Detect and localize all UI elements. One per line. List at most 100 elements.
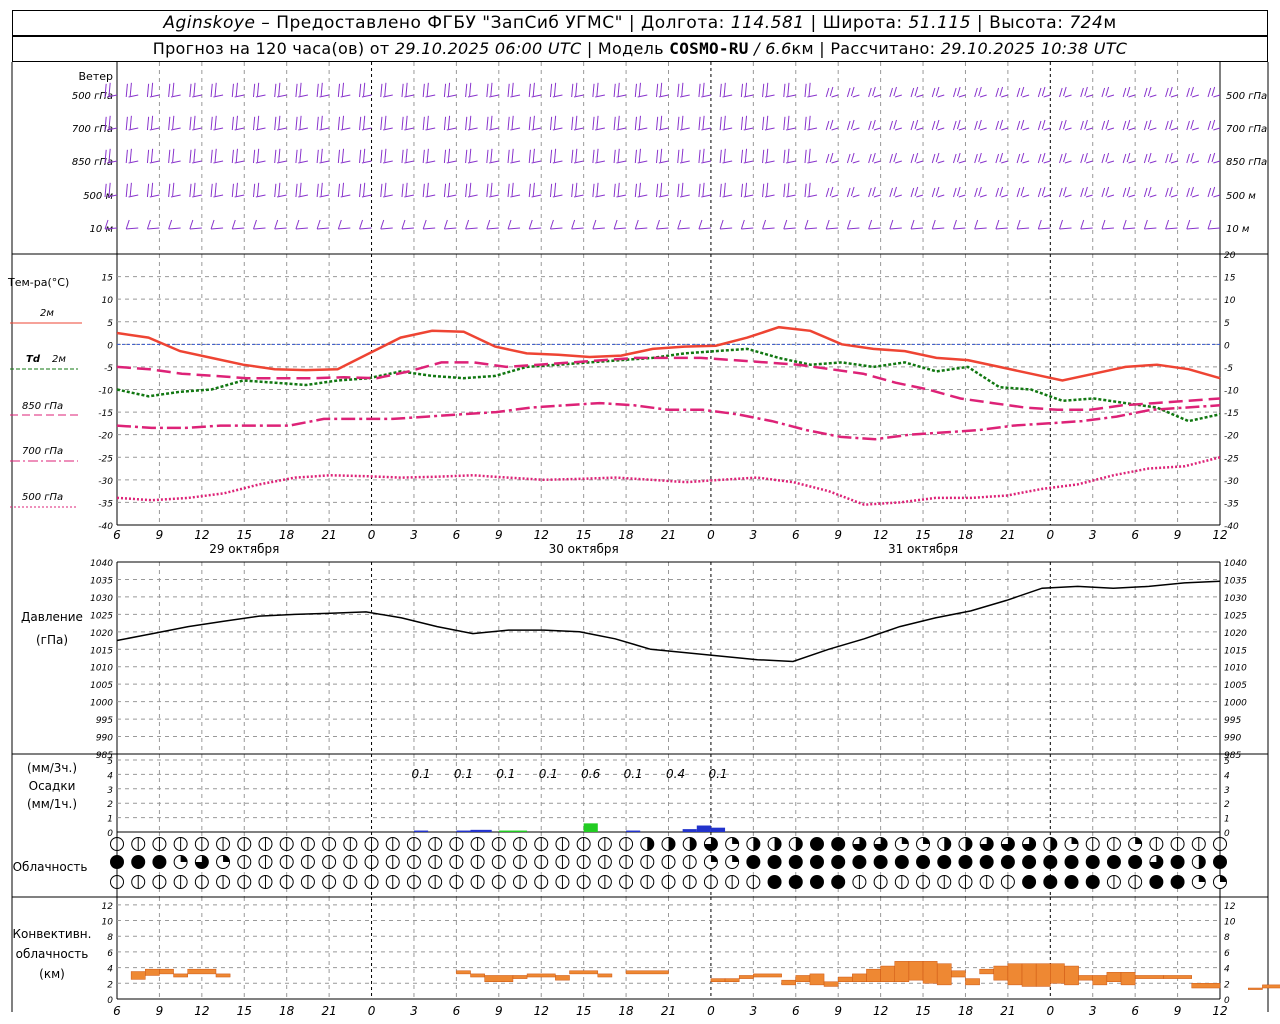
wind-barb-icon bbox=[232, 227, 245, 230]
wind-barb-icon bbox=[719, 183, 722, 198]
wind-barb-icon bbox=[252, 183, 256, 198]
wind-barb-icon bbox=[958, 127, 966, 131]
wind-barb-icon bbox=[469, 148, 472, 163]
wind-level-label: 700 гПа bbox=[72, 124, 113, 135]
precip-3h-label: 0.1 bbox=[411, 767, 430, 781]
cloud-cover-icon bbox=[1135, 837, 1142, 844]
temp-tick-left: 15 bbox=[102, 274, 114, 284]
wind-barb-icon bbox=[1147, 86, 1152, 97]
wind-barb-icon bbox=[1165, 153, 1169, 164]
wind-barb-icon bbox=[1101, 153, 1106, 164]
wind-barb-icon bbox=[363, 82, 366, 97]
wind-barb-icon bbox=[852, 94, 860, 98]
conv-tick-left: 8 bbox=[107, 933, 113, 943]
wind-barb-icon bbox=[852, 160, 860, 164]
conv-tick-right: 12 bbox=[1224, 902, 1236, 912]
wind-barb-icon bbox=[1001, 160, 1009, 164]
temp-tick-left: -35 bbox=[98, 499, 113, 509]
wind-barb-icon bbox=[846, 153, 851, 164]
wind-barb-icon bbox=[804, 149, 807, 164]
wind-barb-icon bbox=[401, 219, 406, 230]
wind-barb-icon bbox=[613, 183, 616, 198]
x-tick-label-bottom: 0 bbox=[1046, 1004, 1054, 1018]
wind-barb-icon bbox=[698, 183, 701, 198]
wind-barb-icon bbox=[214, 182, 217, 197]
x-tick-label: 18 bbox=[618, 528, 634, 542]
wind-barb-icon bbox=[1149, 94, 1157, 98]
conv-unit: (км) bbox=[39, 967, 65, 981]
wind-barb-icon bbox=[1126, 119, 1131, 130]
wind-barb-icon bbox=[1001, 94, 1009, 98]
wind-level-label-right: 500 м bbox=[1226, 191, 1256, 202]
cloud-cover-icon bbox=[1022, 855, 1036, 869]
wind-barb-icon bbox=[235, 182, 238, 197]
wind-barb-icon bbox=[1038, 227, 1051, 230]
wind-barb-icon bbox=[1063, 152, 1067, 163]
wind-barb-icon bbox=[1190, 86, 1194, 97]
conv-tick-right: 2 bbox=[1224, 980, 1230, 990]
wind-barb-icon bbox=[846, 187, 851, 198]
wind-barb-icon bbox=[766, 148, 769, 163]
x-tick-label: 9 bbox=[156, 528, 164, 542]
wind-barb-icon bbox=[426, 115, 429, 130]
wind-barb-icon bbox=[1043, 160, 1051, 164]
pressure-tick-right: 1005 bbox=[1224, 681, 1247, 691]
wind-barb-icon bbox=[575, 115, 578, 130]
wind-barb-icon bbox=[1064, 94, 1072, 98]
wind-barb-icon bbox=[443, 183, 447, 198]
wind-barb-icon bbox=[575, 182, 578, 197]
wind-barb-icon bbox=[553, 82, 557, 97]
wind-barb-icon bbox=[1190, 186, 1194, 197]
precip-bar bbox=[583, 823, 598, 832]
wind-barb-icon bbox=[532, 148, 535, 163]
x-tick-label: 21 bbox=[321, 528, 336, 542]
wind-barb-icon bbox=[274, 149, 277, 164]
x-tick-label-bottom: 9 bbox=[495, 1004, 503, 1018]
pressure-tick-right: 1025 bbox=[1224, 611, 1247, 621]
wind-barb-icon bbox=[766, 82, 769, 97]
conv-cloud-bar bbox=[1134, 975, 1164, 979]
cloud-cover-icon bbox=[1065, 855, 1079, 869]
wind-barb-icon bbox=[1186, 120, 1190, 131]
wind-barb-icon bbox=[1085, 160, 1093, 164]
conv-cloud-bar bbox=[1120, 972, 1136, 986]
wind-barb-icon bbox=[359, 83, 362, 98]
x-tick-label: 21 bbox=[661, 528, 676, 542]
wind-barb-icon bbox=[231, 116, 234, 131]
wind-barb-icon bbox=[978, 86, 982, 97]
wind-barb-icon bbox=[914, 186, 919, 197]
x-tick-label: 6 bbox=[792, 528, 800, 542]
cloud-cover-icon bbox=[732, 837, 739, 844]
wind-barb-icon bbox=[401, 149, 404, 164]
wind-barb-icon bbox=[617, 115, 620, 130]
wind-barb-icon bbox=[316, 219, 321, 230]
precip-bar bbox=[470, 829, 492, 832]
wind-barb-icon bbox=[660, 182, 663, 197]
wind-barb-icon bbox=[1192, 160, 1199, 164]
legend-td: Td bbox=[26, 354, 41, 365]
wind-barb-icon bbox=[316, 116, 319, 131]
x-tick-label: 12 bbox=[1212, 528, 1227, 542]
wind-barb-icon bbox=[549, 219, 554, 230]
wind-barb-icon bbox=[893, 152, 897, 163]
wind-barb-icon bbox=[1101, 120, 1106, 131]
wind-barb-icon bbox=[1128, 127, 1136, 131]
cloud-cover-icon bbox=[753, 837, 760, 851]
wind-barb-icon bbox=[613, 83, 616, 98]
wind-barb-icon bbox=[723, 148, 726, 163]
wind-barb-icon bbox=[744, 115, 748, 130]
cloud-cover-icon bbox=[1001, 855, 1015, 869]
precip-bar bbox=[696, 825, 711, 832]
wind-barb-icon bbox=[825, 120, 830, 131]
wind-barb-icon bbox=[825, 187, 830, 198]
wind-barb-icon bbox=[719, 149, 722, 164]
wind-barb-icon bbox=[550, 227, 563, 230]
wind-barb-icon bbox=[762, 219, 767, 230]
wind-barb-icon bbox=[511, 82, 514, 97]
wind-barb-icon bbox=[850, 119, 855, 130]
wind-barb-icon bbox=[490, 115, 493, 130]
meteogram: Ветер 500 гПа 500 гПа 700 гПа 700 гПа 850 гПа… bbox=[7, 62, 1280, 1018]
wind-barb-icon bbox=[168, 219, 173, 230]
wind-barb-icon bbox=[720, 227, 733, 230]
wind-barb-icon bbox=[974, 219, 979, 230]
